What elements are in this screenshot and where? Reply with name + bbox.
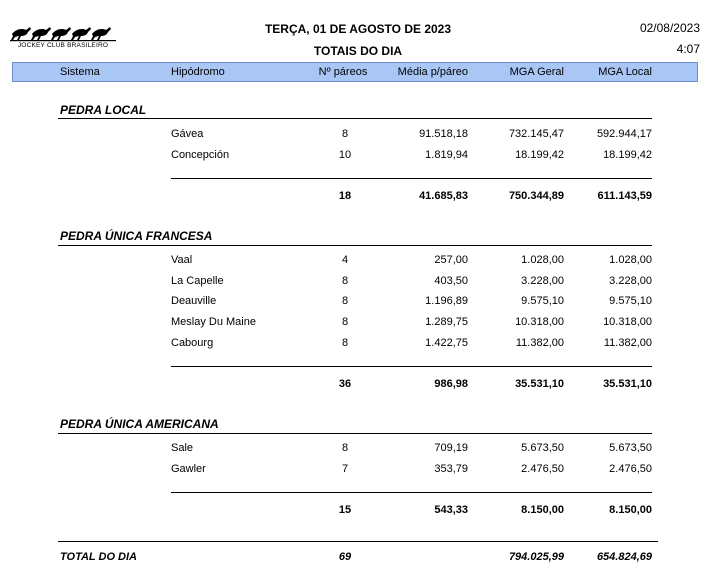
row-mga-geral: 3.228,00 — [521, 275, 564, 287]
row-media: 1.819,94 — [425, 149, 468, 161]
row-hipodromo: Meslay Du Maine — [171, 316, 256, 328]
row-mga-geral: 732.145,47 — [508, 128, 564, 140]
report-time: 4:07 — [676, 42, 700, 56]
subtotal-media: 986,98 — [434, 378, 468, 390]
row-mga-geral: 9.575,10 — [521, 295, 564, 307]
row-mga-geral: 1.028,00 — [521, 254, 564, 266]
row-hipodromo: Gávea — [171, 128, 204, 140]
row-mga-geral: 11.382,00 — [515, 337, 564, 349]
report-title: TERÇA, 01 DE AGOSTO DE 2023 — [264, 22, 452, 36]
subtotal-mga-geral: 750.344,89 — [508, 190, 564, 202]
row-media: 1.289,75 — [425, 316, 468, 328]
row-pareos: 8 — [341, 337, 349, 349]
section-title: PEDRA ÚNICA FRANCESA — [60, 229, 213, 243]
row-pareos: 8 — [341, 128, 349, 140]
grand-total-label: TOTAL DO DIA — [60, 551, 137, 563]
row-hipodromo: Gawler — [171, 463, 206, 475]
row-mga-local: 10.318,00 — [603, 316, 652, 328]
subtotal-pareos: 18 — [338, 190, 352, 202]
row-mga-local: 592.944,17 — [596, 128, 652, 140]
row-mga-local: 18.199,42 — [603, 149, 652, 161]
subtotal-pareos: 36 — [338, 378, 352, 390]
col-header-hipodromo: Hipódromo — [171, 66, 225, 78]
row-pareos: 8 — [341, 275, 349, 287]
section-title: PEDRA ÚNICA AMERICANA — [60, 417, 219, 431]
row-media: 709,19 — [434, 442, 468, 454]
col-header-sistema: Sistema — [60, 66, 100, 78]
subtotal-rule — [171, 178, 652, 179]
row-mga-local: 5.673,50 — [609, 442, 652, 454]
row-mga-geral: 2.476,50 — [521, 463, 564, 475]
row-hipodromo: Concepción — [171, 149, 230, 161]
col-header-mga-local: MGA Local — [598, 66, 652, 78]
grand-total-pareos: 69 — [338, 551, 352, 563]
subtotal-mga-geral: 35.531,10 — [515, 378, 564, 390]
section-title: PEDRA LOCAL — [60, 103, 147, 117]
row-mga-local: 3.228,00 — [609, 275, 652, 287]
subtotal-pareos: 15 — [338, 504, 352, 516]
row-mga-geral: 18.199,42 — [515, 149, 564, 161]
row-hipodromo: Deauville — [171, 295, 217, 307]
col-header-mga-geral: MGA Geral — [509, 66, 564, 78]
section-rule — [58, 433, 652, 434]
subtotal-mga-local: 611.143,59 — [597, 190, 652, 202]
row-media: 91.518,18 — [419, 128, 468, 140]
row-mga-geral: 10.318,00 — [515, 316, 564, 328]
col-header-media: Média p/páreo — [397, 66, 468, 78]
row-mga-geral: 5.673,50 — [521, 442, 564, 454]
row-media: 403,50 — [434, 275, 468, 287]
row-pareos: 8 — [341, 295, 349, 307]
subtotal-mga-local: 35.531,10 — [603, 378, 652, 390]
row-hipodromo: Vaal — [171, 254, 193, 266]
subtotal-media: 41.685,83 — [419, 190, 468, 202]
row-media: 1.196,89 — [425, 295, 468, 307]
report-date: 02/08/2023 — [639, 21, 700, 35]
grand-total-rule — [58, 541, 658, 542]
subtotal-mga-geral: 8.150,00 — [521, 504, 564, 516]
row-media: 353,79 — [434, 463, 468, 475]
row-media: 1.422,75 — [425, 337, 468, 349]
col-header-pareos: Nº páreos — [318, 66, 368, 78]
row-hipodromo: Cabourg — [171, 337, 214, 349]
subtotal-rule — [171, 492, 652, 493]
row-mga-local: 1.028,00 — [609, 254, 652, 266]
grand-total-mga-local: 654.824,69 — [596, 551, 652, 563]
subtotal-mga-local: 8.150,00 — [609, 504, 652, 516]
row-pareos: 7 — [341, 463, 349, 475]
subtotal-media: 543,33 — [434, 504, 468, 516]
row-mga-local: 11.382,00 — [603, 337, 652, 349]
subtotal-rule — [171, 366, 652, 367]
grand-total-mga-geral: 794.025,99 — [508, 551, 564, 563]
row-pareos: 8 — [341, 316, 349, 328]
row-hipodromo: Sale — [171, 442, 194, 454]
row-mga-local: 2.476,50 — [609, 463, 652, 475]
row-pareos: 4 — [341, 254, 349, 266]
row-pareos: 10 — [338, 149, 352, 161]
row-mga-local: 9.575,10 — [609, 295, 652, 307]
report-subtitle: TOTAIS DO DIA — [313, 44, 403, 58]
row-pareos: 8 — [341, 442, 349, 454]
row-media: 257,00 — [434, 254, 468, 266]
row-hipodromo: La Capelle — [171, 275, 224, 287]
section-rule — [58, 245, 652, 246]
section-rule — [58, 118, 652, 119]
